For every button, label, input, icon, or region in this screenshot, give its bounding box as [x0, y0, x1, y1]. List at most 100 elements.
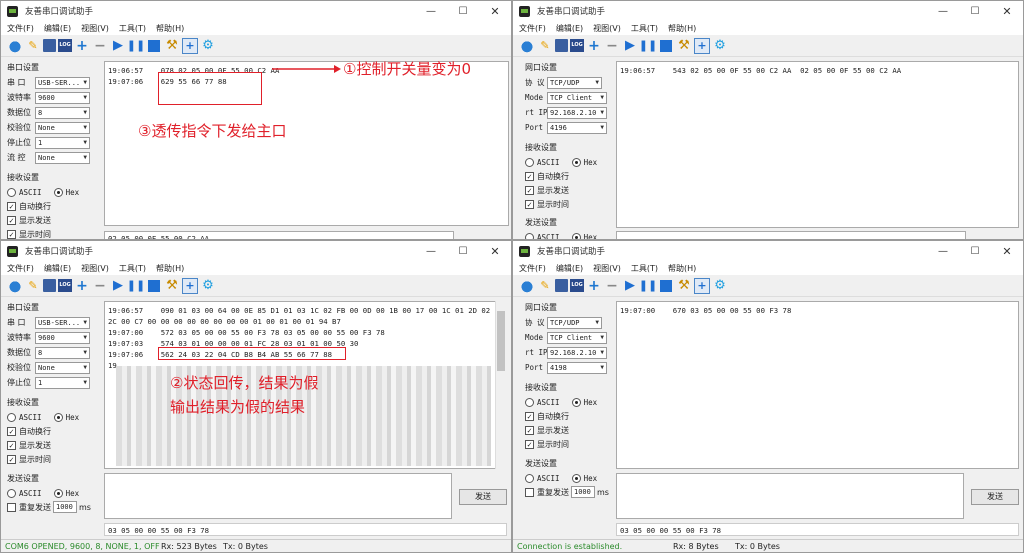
show-send-checkbox[interactable]: ✓ — [7, 440, 16, 450]
proto-select[interactable]: TCP/UDP ▼ — [547, 316, 602, 329]
auto-wrap-checkbox[interactable]: ✓ — [7, 426, 16, 436]
menu-view[interactable]: 视图(V) — [81, 23, 109, 34]
send-input[interactable] — [616, 231, 966, 239]
log-icon[interactable]: LOG — [58, 279, 72, 292]
port-select[interactable]: USB-SER... ▼ — [35, 316, 90, 329]
receive-area[interactable]: 19:07:00 670 03 05 00 00 55 00 F3 78 — [616, 301, 1019, 469]
new-window-icon[interactable]: + — [694, 277, 710, 294]
menu-tools[interactable]: 工具(T) — [119, 23, 146, 34]
mode-select[interactable]: TCP Client ▼ — [547, 91, 607, 104]
close-button[interactable]: ✕ — [991, 241, 1023, 261]
ascii-radio[interactable] — [525, 157, 534, 167]
show-send-checkbox[interactable]: ✓ — [525, 425, 534, 435]
pause-icon[interactable]: ❚❚ — [127, 38, 145, 54]
maximize-button[interactable]: ☐ — [959, 1, 991, 21]
remove-icon[interactable]: − — [92, 38, 108, 54]
menu-file[interactable]: 文件(F) — [7, 263, 34, 274]
repeat-ms-input[interactable]: 1000 — [571, 486, 595, 498]
ascii-radio[interactable] — [525, 397, 534, 407]
ip-select[interactable]: 92.168.2.10 ▼ — [547, 106, 607, 119]
send-history[interactable]: 03 05 00 00 55 00 F3 78 — [104, 523, 507, 536]
menu-edit[interactable]: 编辑(E) — [44, 263, 71, 274]
maximize-button[interactable]: ☐ — [959, 241, 991, 261]
stop-icon[interactable] — [148, 279, 160, 292]
repeat-send-checkbox[interactable] — [525, 487, 534, 497]
clear-broom-icon[interactable]: ⚒ — [164, 278, 180, 294]
menu-edit[interactable]: 编辑(E) — [44, 23, 71, 34]
proto-select[interactable]: TCP/UDP ▼ — [547, 76, 602, 89]
stop-icon[interactable] — [660, 39, 672, 52]
new-window-icon[interactable]: + — [182, 277, 198, 294]
repeat-ms-input[interactable]: 1000 — [53, 501, 77, 513]
menu-tools[interactable]: 工具(T) — [119, 263, 146, 274]
menu-help[interactable]: 帮助(H) — [668, 23, 696, 34]
menu-help[interactable]: 帮助(H) — [156, 23, 184, 34]
port-select[interactable]: 4196 ▼ — [547, 121, 607, 134]
pause-icon[interactable]: ❚❚ — [639, 278, 657, 294]
add-icon[interactable]: + — [74, 278, 90, 294]
settings-gear-icon[interactable]: ⚙ — [712, 278, 728, 294]
close-button[interactable]: ✕ — [479, 1, 511, 21]
ascii-radio[interactable] — [7, 187, 16, 197]
ascii-radio[interactable] — [7, 412, 16, 422]
hex-radio[interactable] — [53, 187, 63, 197]
menu-edit[interactable]: 编辑(E) — [556, 23, 583, 34]
maximize-button[interactable]: ☐ — [447, 241, 479, 261]
pause-icon[interactable]: ❚❚ — [639, 38, 657, 54]
menu-file[interactable]: 文件(F) — [7, 23, 34, 34]
menu-edit[interactable]: 编辑(E) — [556, 263, 583, 274]
show-send-checkbox[interactable]: ✓ — [7, 215, 16, 225]
show-time-checkbox[interactable]: ✓ — [525, 199, 534, 209]
stopbits-select[interactable]: 1 ▼ — [35, 376, 90, 389]
repeat-send-checkbox[interactable] — [7, 502, 16, 512]
remove-icon[interactable]: − — [604, 278, 620, 294]
databits-select[interactable]: 8 ▼ — [35, 106, 90, 119]
hex-radio[interactable] — [571, 397, 581, 407]
log-icon[interactable]: LOG — [570, 39, 584, 52]
log-icon[interactable]: LOG — [58, 39, 72, 52]
menu-file[interactable]: 文件(F) — [519, 23, 546, 34]
vertical-scrollbar[interactable] — [495, 301, 506, 469]
clear-broom-icon[interactable]: ⚒ — [164, 38, 180, 54]
hex-radio[interactable] — [53, 412, 63, 422]
databits-select[interactable]: 8 ▼ — [35, 346, 90, 359]
close-button[interactable]: ✕ — [991, 1, 1023, 21]
settings-gear-icon[interactable]: ⚙ — [200, 38, 216, 54]
play-icon[interactable]: ▶ — [622, 278, 638, 294]
receive-area[interactable]: 19:06:57 543 02 05 00 0F 55 00 C2 AA 02 … — [616, 61, 1019, 228]
save-icon[interactable] — [555, 279, 568, 292]
stop-icon[interactable] — [148, 39, 160, 52]
new-icon[interactable] — [519, 37, 535, 54]
play-icon[interactable]: ▶ — [110, 278, 126, 294]
open-icon[interactable]: ✎ — [537, 278, 553, 294]
stop-icon[interactable] — [660, 279, 672, 292]
open-icon[interactable]: ✎ — [25, 38, 41, 54]
menu-tools[interactable]: 工具(T) — [631, 263, 658, 274]
show-time-checkbox[interactable]: ✓ — [525, 439, 534, 449]
port-select[interactable]: 4198 ▼ — [547, 361, 607, 374]
send-input[interactable] — [616, 473, 964, 519]
clear-broom-icon[interactable]: ⚒ — [676, 278, 692, 294]
hex-radio[interactable] — [571, 157, 581, 167]
save-icon[interactable] — [43, 39, 56, 52]
maximize-button[interactable]: ☐ — [447, 1, 479, 21]
open-icon[interactable]: ✎ — [25, 278, 41, 294]
hex-radio[interactable] — [571, 232, 581, 239]
close-button[interactable]: ✕ — [479, 241, 511, 261]
new-window-icon[interactable]: + — [694, 37, 710, 54]
flow-select[interactable]: None ▼ — [35, 151, 90, 164]
ip-select[interactable]: 92.168.2.10 ▼ — [547, 346, 607, 359]
hex-radio[interactable] — [571, 473, 581, 483]
show-time-checkbox[interactable]: ✓ — [7, 454, 16, 464]
stopbits-select[interactable]: 1 ▼ — [35, 136, 90, 149]
menu-view[interactable]: 视图(V) — [81, 263, 109, 274]
remove-icon[interactable]: − — [92, 278, 108, 294]
minimize-button[interactable]: — — [415, 241, 447, 261]
new-icon[interactable] — [7, 277, 23, 294]
send-button[interactable]: 发送 — [459, 489, 507, 505]
show-send-checkbox[interactable]: ✓ — [525, 185, 534, 195]
send-history[interactable]: 03 05 00 00 55 00 F3 78 — [616, 523, 1019, 536]
pause-icon[interactable]: ❚❚ — [127, 278, 145, 294]
ascii-radio[interactable] — [525, 473, 534, 483]
play-icon[interactable]: ▶ — [110, 38, 126, 54]
